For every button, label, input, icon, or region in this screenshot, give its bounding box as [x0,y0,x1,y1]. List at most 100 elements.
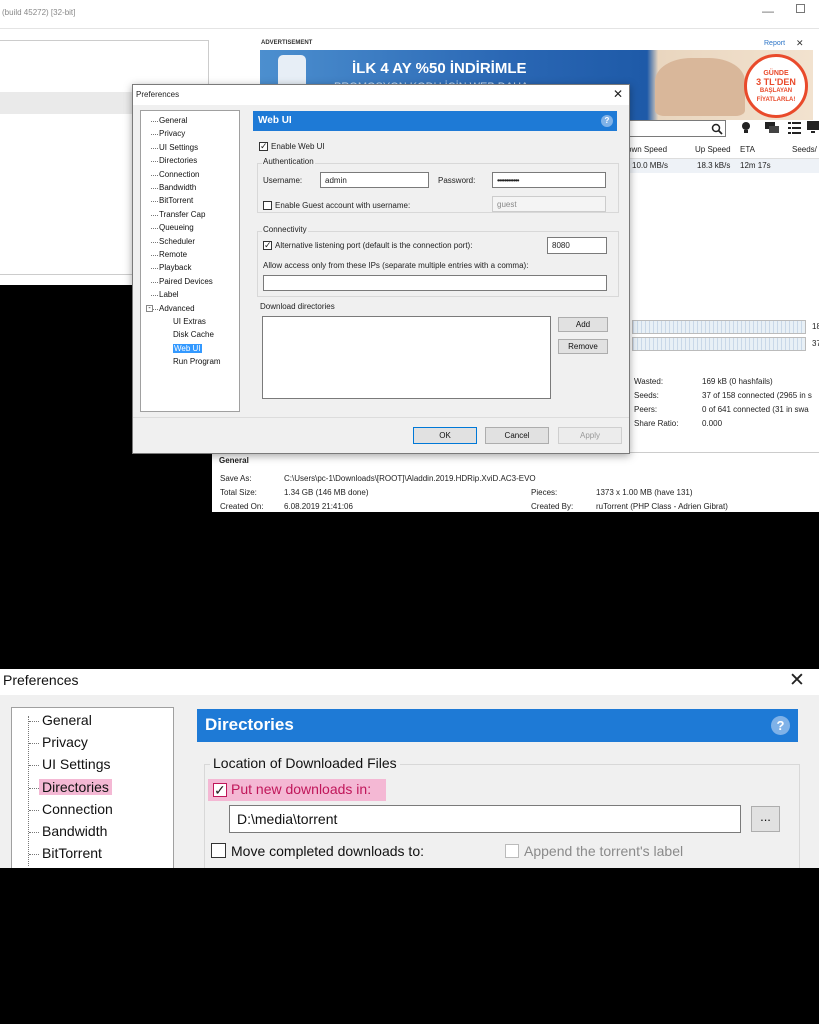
zoom-tree-connector [29,832,39,833]
torrent-row[interactable]: 10.0 MB/s 18.3 kB/s 12m 17s [612,159,819,173]
tree-item-ui-settings[interactable]: UI Settings [159,143,198,152]
password-label: Password: [438,176,476,185]
download-dirs-list[interactable] [262,316,551,399]
tree-connector [151,121,158,122]
tree-connector [151,228,158,230]
col-eta[interactable]: ETA [740,145,755,154]
tree-item-paired-devices[interactable]: Paired Devices [159,277,213,286]
tree-connector [151,268,158,270]
tree-connector [151,134,158,136]
guest-checkbox[interactable] [263,201,272,210]
collapse-icon[interactable]: - [146,304,153,312]
zoom-titlebar: Preferences ✕ [0,669,819,695]
zoom-tree-connector [29,743,39,745]
created-on-value: 6.08.2019 21:41:06 [284,502,353,511]
tree-item-transfer-cap[interactable]: Transfer Cap [159,210,205,219]
stat-peers-value: 0 of 641 connected (31 in swa [702,405,809,414]
connectivity-group-label: Connectivity [262,225,308,234]
tree-item-playback[interactable]: Playback [159,263,191,272]
enable-webui-checkbox[interactable] [259,141,268,152]
append-label-checkbox[interactable] [505,844,519,858]
alt-port-checkbox[interactable] [263,240,272,251]
cancel-button[interactable]: Cancel [485,427,549,444]
tree-item-directories[interactable]: Directories [159,156,197,165]
tree-item-disk-cache[interactable]: Disk Cache [173,330,214,339]
tree-item-general[interactable]: General [159,116,187,125]
ad-headline: İLK 4 AY %50 İNDİRİMLE [352,60,527,77]
bulb-icon[interactable] [740,121,752,135]
save-as-value: C:\Users\pc-1\Downloads\[ROOT]\Aladdin.2… [284,474,536,483]
move-completed-checkbox[interactable] [211,843,226,858]
browse-button[interactable]: ... [751,806,780,832]
tree-item-connection[interactable]: Connection [159,170,199,179]
zoom-tree-connector [29,809,39,811]
tree-item-label[interactable]: Label [159,290,179,299]
put-new-label: Put new downloads in: [231,781,372,797]
zoom-tree-item-privacy[interactable]: Privacy [42,734,88,750]
ok-button[interactable]: OK [413,427,477,444]
zoom-tree-item-ui-settings[interactable]: UI Settings [42,756,110,772]
put-new-checkbox[interactable] [213,782,227,799]
tree-item-scheduler[interactable]: Scheduler [159,237,195,246]
tree-item-run-program[interactable]: Run Program [173,357,221,366]
dialog-footer-divider [133,417,629,418]
zoom-tree-connector [29,854,39,856]
prefs-tree: General Privacy UI Settings Directories Conn… [140,110,240,412]
col-seeds[interactable]: Seeds/ [792,145,817,154]
ad-close-icon[interactable]: ✕ [796,38,804,49]
remove-button[interactable]: Remove [558,339,608,354]
total-size-value: 1.34 GB (146 MB done) [284,488,369,497]
alt-port-input[interactable]: 8080 [547,237,607,254]
username-input[interactable]: admin [320,172,429,188]
ad-report-link[interactable]: Report [764,40,785,47]
apply-button[interactable]: Apply [558,427,622,444]
search-icon[interactable] [711,123,723,135]
tree-connector [151,201,158,203]
zoom-help-icon[interactable]: ? [771,716,790,735]
guest-input[interactable]: guest [492,196,606,212]
zoom-tree-item-bittorrent[interactable]: BitTorrent [42,845,102,861]
total-size-label: Total Size: [220,488,257,497]
tree-item-advanced[interactable]: Advanced [159,304,195,313]
tree-item-remote[interactable]: Remote [159,250,187,259]
zoom-dialog-title: Preferences [3,672,79,688]
maximize-icon[interactable] [796,4,805,13]
col-up-speed[interactable]: Up Speed [695,145,731,154]
dialog-title: Preferences [136,90,180,99]
row-up-speed: 18.3 kB/s [697,161,731,170]
tree-item-bittorrent[interactable]: BitTorrent [159,196,193,205]
help-icon[interactable]: ? [601,115,613,127]
tree-item-privacy[interactable]: Privacy [159,129,185,138]
zoom-tree-item-directories[interactable]: Directories [39,778,112,795]
chat-icon[interactable] [765,122,779,134]
created-on-label: Created On: [220,502,264,511]
auth-group-label: Authentication [262,157,315,166]
tree-item-ui-extras[interactable]: UI Extras [173,317,206,326]
monitor-icon[interactable] [807,121,819,134]
general-header: General [219,456,249,465]
dialog-close-icon[interactable]: ✕ [613,87,623,101]
add-button[interactable]: Add [558,317,608,332]
allow-ips-input[interactable] [263,275,607,291]
tree-item-web-ui[interactable]: Web UI [173,343,202,353]
tree-connector [151,281,158,283]
put-new-path-input[interactable]: D:\media\torrent [229,805,741,833]
zoom-tree-item-general[interactable]: General [42,712,92,728]
stat-seeds-label: Seeds: [634,391,659,400]
zoom-tree-item-bandwidth[interactable]: Bandwidth [42,823,107,839]
utorrent-screenshot: (build 45272) [32-bit] — ADVERTISEMENT R… [0,0,819,512]
list-icon[interactable] [788,121,801,134]
tree-connector [151,295,158,297]
zoom-tree-connector [29,721,39,722]
tree-item-bandwidth[interactable]: Bandwidth [159,183,196,192]
zoom-close-icon[interactable]: ✕ [789,669,805,692]
minimize-icon[interactable]: — [762,4,774,18]
bar-number-2: 37 [812,339,819,348]
col-down-speed[interactable]: own Speed [627,145,667,154]
zoom-tree-item-connection[interactable]: Connection [42,801,113,817]
username-value: admin [325,176,347,185]
torrent-list-header: own Speed Up Speed ETA Seeds/ [612,140,819,159]
tree-item-queueing[interactable]: Queueing [159,223,194,232]
password-input[interactable]: •••••••••••• [492,172,606,188]
tree-connector [151,147,158,149]
